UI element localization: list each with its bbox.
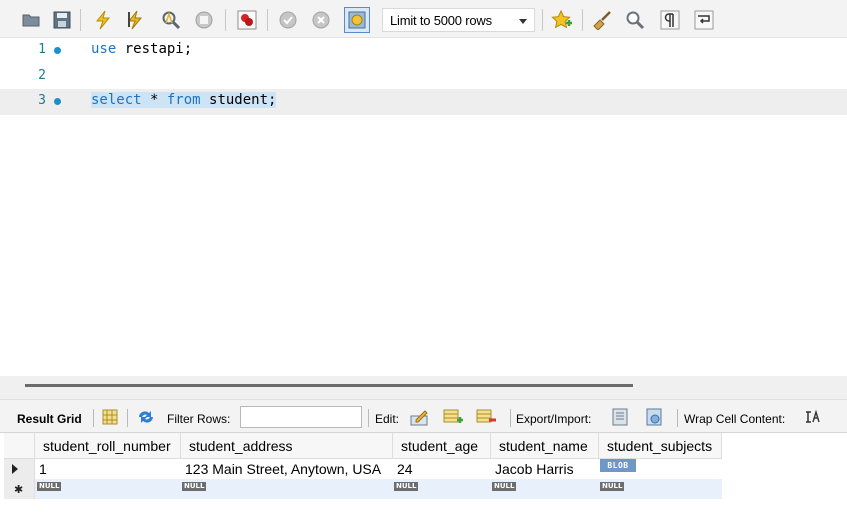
code-rest: * [141,92,167,108]
stop-icon[interactable] [193,9,215,31]
toolbar-separator [80,9,81,31]
delete-row-icon[interactable] [475,407,497,427]
current-row-arrow-icon [12,464,18,474]
code-rest: student; [200,92,277,108]
import-icon[interactable] [644,407,666,427]
filter-rows-label: Filter Rows: [167,412,231,426]
save-icon[interactable] [51,9,73,31]
blob-badge[interactable]: BLOB [600,459,636,472]
line-number: 2 [38,68,46,83]
invisible-chars-pilcrow-icon[interactable] [659,9,681,31]
statement-marker-icon [54,98,61,105]
edit-label: Edit: [375,412,400,426]
wrap-cell-content-label: Wrap Cell Content: [684,412,786,426]
sql-editor[interactable]: 1 use restapi; 2 3 select * from student… [0,38,847,376]
commit-check-icon[interactable] [277,9,299,31]
table-cell[interactable]: 123 Main Street, Anytown, USA [181,459,393,479]
new-row-asterisk-icon: ✱ [14,483,24,496]
rollback-x-icon[interactable] [310,9,332,31]
column-header[interactable]: student_subjects [599,433,722,459]
column-header[interactable]: student_name [491,433,599,459]
refresh-icon[interactable] [135,407,157,427]
autocommit-icon[interactable] [344,7,370,33]
find-magnifier-icon[interactable] [624,9,646,31]
line-number: 1 [38,42,46,57]
filter-rows-input[interactable] [240,406,362,428]
execute-cursor-icon[interactable] [124,9,146,31]
code-keyword: use [91,41,117,57]
grid-layout-icon[interactable] [99,407,121,427]
limit-rows-select[interactable]: Limit to 5000 rows [382,8,535,32]
grid-corner [4,433,35,459]
wrap-lines-icon[interactable] [693,9,715,31]
toggle-error-icon[interactable] [236,9,258,31]
code-keyword: from [166,92,201,108]
toolbar-separator [267,9,268,31]
null-badge[interactable]: NULL [182,482,207,491]
limit-rows-label: Limit to 5000 rows [390,13,492,28]
export-icon[interactable] [610,407,632,427]
code-rest: restapi; [116,41,193,57]
edit-row-icon[interactable] [409,407,431,427]
sql-editor-toolbar: Limit to 5000 rows [0,0,847,38]
export-import-label: Export/Import: [516,412,592,426]
code-keyword: select [91,92,142,108]
statement-marker-icon [54,47,61,54]
toolbar-separator [93,409,94,427]
editor-line[interactable]: 2 [0,64,847,90]
open-folder-icon[interactable] [20,9,42,31]
table-cell[interactable]: Jacob Harris [491,459,599,479]
toolbar-separator [127,409,128,427]
scrollbar-thumb[interactable] [25,384,633,387]
editor-horizontal-scrollbar[interactable] [0,376,847,399]
toolbar-separator [677,409,678,427]
toolbar-separator [582,9,583,31]
column-header[interactable]: student_address [181,433,393,459]
execute-lightning-icon[interactable] [92,9,114,31]
table-cell[interactable]: 1 [35,459,181,479]
insert-row-icon[interactable] [442,407,464,427]
column-header[interactable]: student_age [393,433,491,459]
result-grid-tab[interactable]: Result Grid [17,412,82,426]
add-snippet-star-icon[interactable] [551,9,573,31]
result-grid[interactable]: student_roll_number student_address stud… [4,433,847,527]
code-text-selected: select * from student; [91,92,277,108]
toolbar-separator [225,9,226,31]
null-badge[interactable]: NULL [37,482,62,491]
chevron-down-icon [519,19,527,24]
toolbar-separator [368,409,369,427]
table-cell[interactable]: 24 [393,459,491,479]
column-header[interactable]: student_roll_number [35,433,181,459]
beautify-broom-icon[interactable] [591,9,613,31]
toolbar-separator [542,9,543,31]
null-badge[interactable]: NULL [600,482,625,491]
null-badge[interactable]: NULL [492,482,517,491]
editor-line[interactable]: 1 use restapi; [0,38,847,64]
line-number: 3 [38,93,46,108]
wrap-cell-icon[interactable] [802,407,824,427]
grid-empty-area [35,499,847,527]
editor-line-current[interactable]: 3 select * from student; [0,89,847,115]
explain-magnifier-icon[interactable] [160,9,182,31]
code-text: use restapi; [91,41,192,57]
null-badge[interactable]: NULL [394,482,419,491]
result-toolbar: Result Grid Filter Rows: Edit: Export/Im… [0,399,847,433]
toolbar-separator [510,409,511,427]
